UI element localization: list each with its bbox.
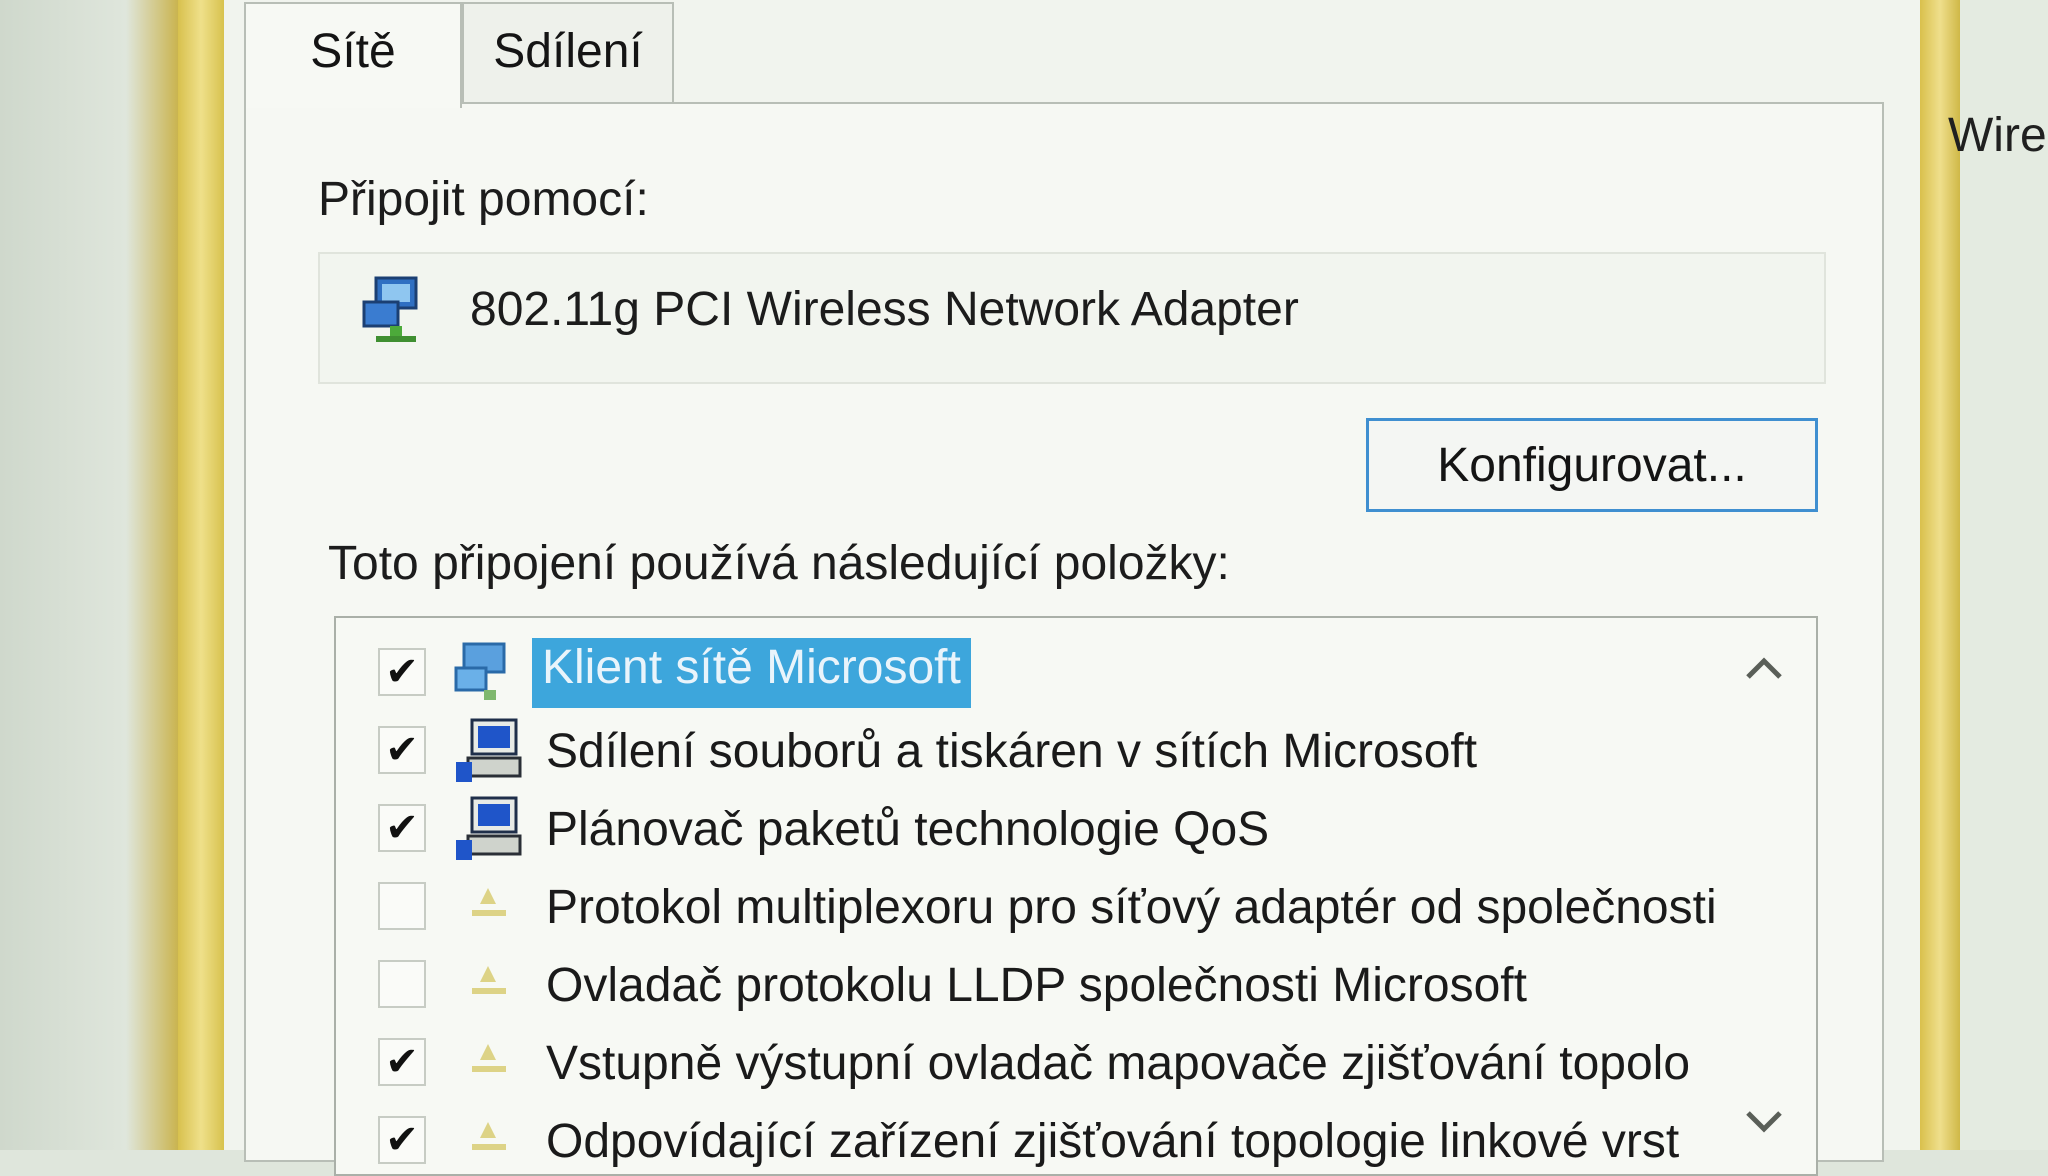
network-service-icon bbox=[454, 718, 524, 786]
list-item-lldp-driver[interactable]: Ovladač protokolu LLDP společnosti Micro… bbox=[336, 948, 1756, 1024]
list-item-multiplexor-protocol[interactable]: Protokol multiplexoru pro síťový adaptér… bbox=[336, 870, 1756, 946]
list-item-topology-responder[interactable]: ✔ Odpovídající zařízení zjišťování topol… bbox=[336, 1104, 1756, 1174]
window-frame-right bbox=[1920, 0, 1960, 1150]
item-checkbox[interactable]: ✔ bbox=[378, 648, 426, 696]
list-item-qos-scheduler[interactable]: ✔ Plánovač paketů technologie QoS bbox=[336, 792, 1756, 868]
item-checkbox[interactable] bbox=[378, 882, 426, 930]
tab-sharing[interactable]: Sdílení bbox=[462, 2, 674, 102]
item-label: Ovladač protokolu LLDP společnosti Micro… bbox=[546, 959, 1527, 1012]
tab-networking[interactable]: Sítě bbox=[244, 2, 462, 108]
background-window-title: Wirel bbox=[1948, 109, 2048, 162]
network-service-icon bbox=[454, 796, 524, 864]
protocol-icon bbox=[454, 874, 524, 942]
background-desktop bbox=[0, 0, 180, 1150]
item-checkbox[interactable]: ✔ bbox=[378, 726, 426, 774]
item-label: Odpovídající zařízení zjišťování topolog… bbox=[546, 1115, 1680, 1168]
item-checkbox[interactable]: ✔ bbox=[378, 804, 426, 852]
list-item-file-printer-sharing[interactable]: ✔ Sdílení souborů a tiskáren v sítích Mi… bbox=[336, 714, 1756, 790]
item-label: Protokol multiplexoru pro síťový adaptér… bbox=[546, 881, 1717, 934]
connection-items-list[interactable]: ✔ Klient sítě Microsoft ✔ Sdílení soubor… bbox=[334, 616, 1818, 1176]
network-adapter-icon bbox=[360, 272, 432, 344]
item-label: Plánovač paketů technologie QoS bbox=[546, 803, 1270, 856]
list-item-microsoft-client[interactable]: ✔ Klient sítě Microsoft bbox=[336, 636, 1756, 712]
protocol-icon bbox=[454, 1108, 524, 1174]
adapter-name: 802.11g PCI Wireless Network Adapter bbox=[470, 283, 1299, 336]
item-label: Vstupně výstupní ovladač mapovače zjišťo… bbox=[546, 1037, 1691, 1090]
protocol-icon bbox=[454, 1030, 524, 1098]
network-client-icon bbox=[454, 640, 524, 708]
item-label: Sdílení souborů a tiskáren v sítích Micr… bbox=[546, 725, 1478, 778]
item-checkbox[interactable] bbox=[378, 960, 426, 1008]
item-label: Klient sítě Microsoft bbox=[532, 638, 971, 708]
protocol-icon bbox=[454, 952, 524, 1020]
scroll-up-icon[interactable] bbox=[1744, 648, 1784, 693]
item-checkbox[interactable]: ✔ bbox=[378, 1038, 426, 1086]
item-checkbox[interactable]: ✔ bbox=[378, 1116, 426, 1164]
window-frame-left bbox=[178, 0, 224, 1150]
items-label: Toto připojení používá následující polož… bbox=[328, 537, 1230, 590]
background-window bbox=[1960, 0, 2048, 1150]
configure-button[interactable]: Konfigurovat... bbox=[1366, 418, 1818, 512]
list-item-topology-mapper-io[interactable]: ✔ Vstupně výstupní ovladač mapovače zjiš… bbox=[336, 1026, 1756, 1102]
connect-using-label: Připojit pomocí: bbox=[318, 173, 649, 226]
scroll-down-icon[interactable] bbox=[1744, 1102, 1784, 1147]
